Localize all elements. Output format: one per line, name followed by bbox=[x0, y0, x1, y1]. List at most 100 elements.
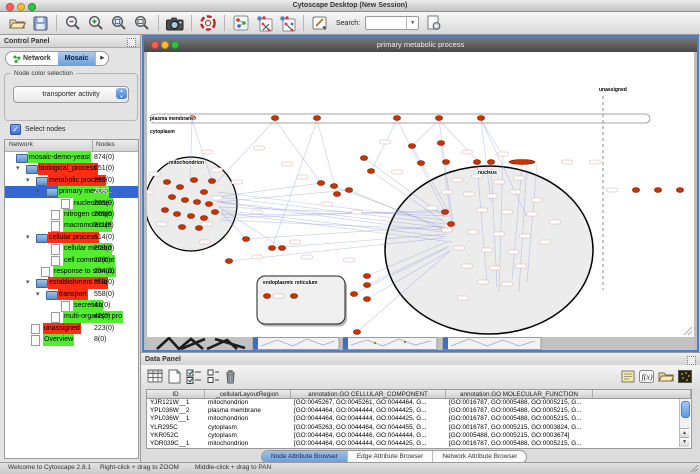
expander-icon[interactable]: ▾ bbox=[36, 290, 40, 298]
unselect-all-attributes-icon[interactable] bbox=[207, 369, 219, 386]
manage-network-b-icon[interactable] bbox=[278, 15, 296, 32]
minimize-window-icon[interactable] bbox=[17, 3, 25, 11]
create-attribute-icon[interactable] bbox=[168, 369, 181, 386]
background-windows[interactable] bbox=[147, 337, 694, 350]
table-cell[interactable]: YKR052C bbox=[147, 432, 205, 440]
expander-icon[interactable]: ▾ bbox=[36, 187, 40, 195]
tree-row[interactable]: multi-organism pro42(0) bbox=[5, 311, 138, 322]
manage-network-a-icon[interactable] bbox=[255, 15, 273, 32]
search-input[interactable]: ▼ bbox=[365, 16, 419, 30]
graph-node[interactable] bbox=[393, 116, 400, 121]
graph-node[interactable] bbox=[360, 156, 367, 161]
zoom-window-icon[interactable] bbox=[28, 3, 36, 11]
table-cell[interactable]: YDR039C__1 bbox=[147, 440, 205, 448]
graph-node[interactable] bbox=[242, 237, 249, 242]
table-cell[interactable]: plasma membrane bbox=[205, 407, 291, 415]
graph-node[interactable] bbox=[442, 160, 449, 165]
graph-node[interactable] bbox=[330, 184, 337, 189]
graph-node[interactable] bbox=[333, 192, 340, 197]
annotation-icon[interactable] bbox=[311, 15, 329, 32]
graph-node[interactable] bbox=[363, 274, 370, 279]
graph-node[interactable] bbox=[173, 212, 180, 217]
attribute-select-icon[interactable] bbox=[147, 369, 163, 385]
close-window-icon[interactable] bbox=[6, 3, 14, 11]
graph-node[interactable] bbox=[473, 160, 480, 165]
graph-node[interactable] bbox=[211, 210, 218, 215]
graph-node[interactable] bbox=[487, 160, 494, 165]
table-cell[interactable]: [GO:0045263, GO:0044464, GO:0044455, G..… bbox=[291, 424, 446, 432]
minimize-view-icon[interactable] bbox=[161, 41, 169, 49]
network-overlay-icon[interactable] bbox=[232, 15, 250, 32]
table-cell[interactable]: [GO:0016787, GO:0005215, GO:0003824, G..… bbox=[446, 424, 593, 432]
table-column-header[interactable] bbox=[593, 390, 691, 399]
tree-row[interactable]: ▾primary metabo209(.. bbox=[5, 186, 138, 197]
table-cell[interactable]: mitochondrion bbox=[205, 440, 291, 448]
table-cell[interactable]: [GO:0044464, GO:0044446, GO:0044444, G..… bbox=[291, 432, 446, 440]
annotation-note-icon[interactable] bbox=[621, 370, 635, 385]
graph-node[interactable] bbox=[317, 181, 324, 186]
tree-row[interactable]: ▾biological_process651(0) bbox=[5, 163, 138, 174]
tree-col-network[interactable]: Network bbox=[9, 141, 33, 148]
resize-grip-icon[interactable] bbox=[689, 463, 699, 473]
close-view-icon[interactable] bbox=[151, 41, 159, 49]
tree-row[interactable]: mosaic-demo-yeast874(0) bbox=[5, 152, 138, 163]
tab-mosaic[interactable]: Mosaic bbox=[58, 52, 96, 65]
control-panel-header[interactable]: Control Panel bbox=[0, 35, 140, 48]
graph-node[interactable] bbox=[363, 297, 370, 302]
table-scrollbar[interactable]: ▲ ▼ bbox=[679, 399, 690, 447]
table-cell[interactable]: [GO:0016787, GO:0005488, GO:0005215, G..… bbox=[446, 415, 593, 423]
expander-icon[interactable]: ▾ bbox=[16, 164, 20, 172]
table-column-header[interactable]: ID bbox=[147, 390, 205, 399]
help-lifesaver-icon[interactable] bbox=[199, 15, 217, 32]
advanced-search-icon[interactable] bbox=[424, 15, 442, 32]
zoom-selected-region-icon[interactable] bbox=[110, 15, 128, 32]
graph-node[interactable] bbox=[195, 226, 202, 231]
table-cell[interactable]: [GO:0016787, GO:0005488, GO:0005215, G..… bbox=[446, 407, 593, 415]
graph-node[interactable] bbox=[263, 294, 270, 299]
scrollbar-thumb[interactable] bbox=[681, 401, 690, 418]
tree-row[interactable]: ▾metabolic process280(0) bbox=[5, 175, 138, 186]
table-cell[interactable]: YLR295C bbox=[147, 424, 205, 432]
tree-row[interactable]: macromolecule311(0) bbox=[5, 220, 138, 231]
graph-node[interactable] bbox=[353, 330, 360, 335]
graph-node[interactable] bbox=[417, 161, 424, 166]
graph-node[interactable] bbox=[205, 202, 212, 207]
graph-node[interactable] bbox=[178, 225, 185, 230]
network-view-window[interactable]: primary metabolic process plasma membran… bbox=[142, 35, 699, 352]
expander-icon[interactable]: ▾ bbox=[26, 233, 30, 241]
graph-node[interactable] bbox=[200, 216, 207, 221]
zoom-view-icon[interactable] bbox=[171, 41, 179, 49]
column-divider[interactable] bbox=[92, 140, 93, 151]
table-cell[interactable]: [GO:0045267, GO:0045261, GO:0044464, G..… bbox=[291, 399, 446, 407]
graph-node[interactable] bbox=[187, 214, 194, 219]
table-cell[interactable]: [GO:0044464, GO:0044444, GO:0044425, G..… bbox=[291, 415, 446, 423]
node-color-select[interactable]: transporter activity ▲▼ bbox=[13, 86, 129, 103]
graph-node[interactable] bbox=[163, 180, 170, 185]
zoom-out-icon[interactable] bbox=[64, 15, 82, 32]
table-column-header[interactable]: _cellularLayoutRegion bbox=[205, 390, 291, 399]
graph-node[interactable] bbox=[161, 208, 168, 213]
tree-row[interactable]: response to stimulu264(0) bbox=[5, 266, 138, 277]
tree-row[interactable]: ▾transport558(0) bbox=[5, 289, 138, 300]
graph-node[interactable] bbox=[477, 116, 484, 121]
graph-node[interactable] bbox=[676, 188, 683, 193]
table-column-header[interactable]: annotation.GO CELLULAR_COMPONENT bbox=[291, 390, 446, 399]
graph-node[interactable] bbox=[654, 188, 661, 193]
graph-node[interactable] bbox=[367, 169, 374, 174]
table-cell[interactable]: [GO:0044464, GO:0044444, GO:0044425, G..… bbox=[291, 407, 446, 415]
tab-overflow-button[interactable]: ▶ bbox=[95, 52, 108, 65]
save-session-icon[interactable] bbox=[31, 15, 49, 32]
graph-node[interactable] bbox=[278, 246, 285, 251]
table-cell[interactable]: YPL036W__1 bbox=[147, 415, 205, 423]
graph-node[interactable] bbox=[290, 294, 297, 299]
graph-node[interactable] bbox=[190, 178, 197, 183]
graph-node[interactable] bbox=[441, 210, 448, 215]
tree-row[interactable]: nitrogen compo209(0) bbox=[5, 209, 138, 220]
graph-node[interactable] bbox=[271, 116, 278, 121]
graph-node[interactable] bbox=[193, 200, 200, 205]
resize-grip-icon[interactable] bbox=[681, 324, 693, 336]
snapshot-camera-icon[interactable] bbox=[166, 15, 184, 32]
window-titlebar[interactable]: Cytoscape Desktop (New Session) bbox=[0, 0, 700, 12]
float-panel-icon[interactable] bbox=[127, 38, 136, 47]
zoom-in-icon[interactable] bbox=[87, 15, 105, 32]
